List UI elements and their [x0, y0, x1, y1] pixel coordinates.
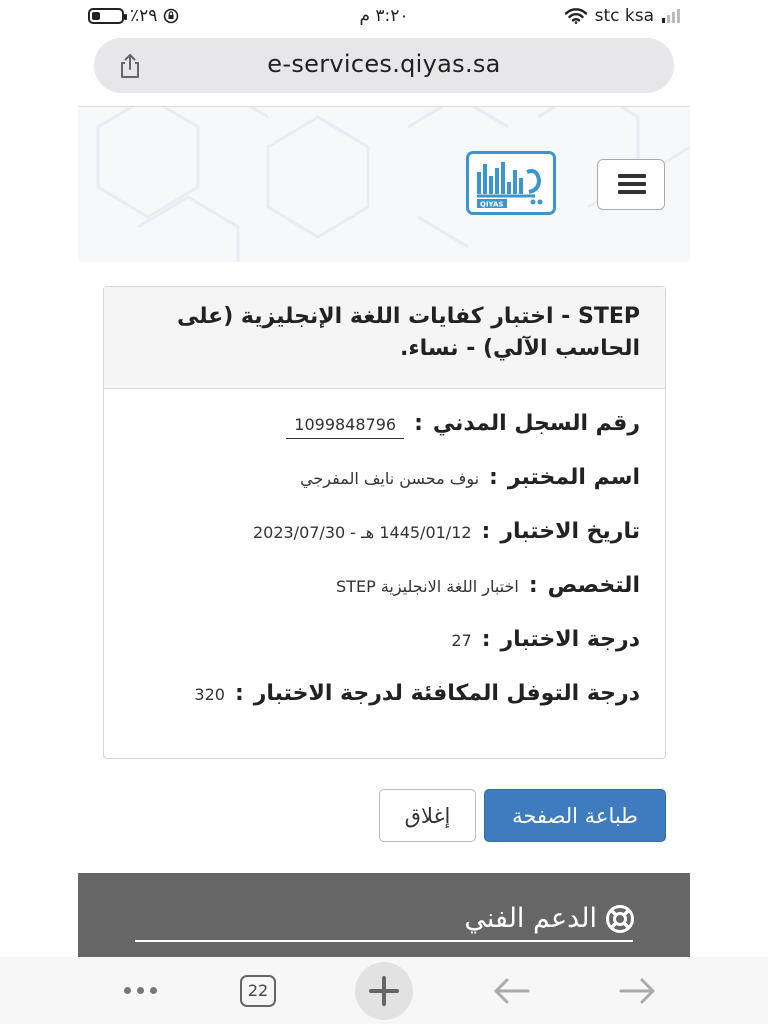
test-score-label: درجة الاختبار — [500, 627, 640, 652]
print-page-button[interactable]: طباعة الصفحة — [484, 789, 666, 842]
close-button[interactable]: إغلاق — [379, 789, 476, 842]
forward-button[interactable] — [615, 957, 659, 1024]
test-score-value: 27 — [451, 631, 472, 650]
civil-id-colon: : — [414, 411, 423, 436]
test-date-label: تاريخ الاختبار — [500, 519, 640, 544]
support-title: الدعم الفني — [464, 903, 597, 934]
toefl-equivalent-row: درجة التوفل المكافئة لدرجة الاختبار : 32… — [194, 681, 640, 706]
result-card: STEP - اختبار كفايات اللغة الإنجليزية (ع… — [103, 286, 666, 759]
test-date-value: 1445/01/12 هـ - 2023/07/30 — [252, 523, 472, 542]
test-date-row: تاريخ الاختبار : 1445/01/12 هـ - 2023/07… — [253, 519, 640, 544]
examinee-name-row: اسم المختبر : نوف محسن نايف المفرجي — [300, 465, 640, 490]
toefl-equivalent-label: درجة التوفل المكافئة لدرجة الاختبار — [253, 681, 640, 706]
status-right: stc ksa — [564, 6, 680, 26]
support-section: الدعم الفني — [78, 873, 690, 957]
url-text[interactable]: e-services.qiyas.sa — [94, 50, 674, 78]
carrier-name: stc ksa — [594, 6, 654, 26]
qiyas-logo-caption: QIYAS — [480, 201, 503, 209]
address-bar[interactable]: e-services.qiyas.sa — [94, 38, 674, 93]
civil-id-label: رقم السجل المدني — [432, 411, 640, 436]
specialization-colon: : — [528, 573, 538, 598]
new-tab-button[interactable] — [355, 957, 413, 1024]
signal-icon — [662, 9, 680, 23]
specialization-value: اختبار اللغة الانجليزية STEP — [336, 577, 519, 596]
card-title: STEP - اختبار كفايات اللغة الإنجليزية (ع… — [104, 287, 665, 389]
browser-toolbar: 22 — [0, 957, 768, 1024]
tab-count: 22 — [247, 981, 269, 1000]
examinee-name-colon: : — [489, 465, 498, 490]
toefl-equivalent-colon: : — [234, 681, 244, 706]
civil-id-row: رقم السجل المدني : 1099848796 — [286, 411, 640, 439]
civil-id-value: 1099848796 — [286, 415, 405, 439]
back-icon — [494, 978, 530, 1003]
specialization-label: التخصص — [547, 573, 640, 598]
back-button[interactable] — [490, 957, 534, 1024]
wifi-icon — [564, 8, 587, 24]
lifebuoy-icon — [606, 904, 634, 933]
examinee-name-value: نوف محسن نايف المفرجي — [300, 469, 480, 488]
tabs-icon: 22 — [240, 974, 276, 1007]
qiyas-logo[interactable]: QIYAS — [466, 151, 556, 215]
test-score-row: درجة الاختبار : 27 — [451, 627, 640, 652]
test-date-colon: : — [481, 519, 491, 544]
more-icon[interactable] — [110, 957, 170, 1024]
examinee-name-label: اسم المختبر — [507, 465, 640, 490]
support-underline — [135, 940, 633, 942]
forward-icon — [619, 978, 655, 1003]
qiyas-logo-mark: QIYAS — [477, 162, 543, 209]
menu-button[interactable] — [597, 159, 665, 210]
site-header: QIYAS — [78, 107, 690, 262]
tabs-button[interactable]: 22 — [236, 957, 280, 1024]
new-tab-icon — [355, 961, 413, 1020]
support-link[interactable]: الدعم الفني — [464, 903, 635, 934]
test-score-colon: : — [481, 627, 491, 652]
status-bar: ٪٢٩ ٣:٢٠ م stc ksa — [0, 0, 768, 34]
toefl-equivalent-value: 320 — [194, 685, 225, 704]
specialization-row: التخصص : اختبار اللغة الانجليزية STEP — [336, 573, 640, 598]
